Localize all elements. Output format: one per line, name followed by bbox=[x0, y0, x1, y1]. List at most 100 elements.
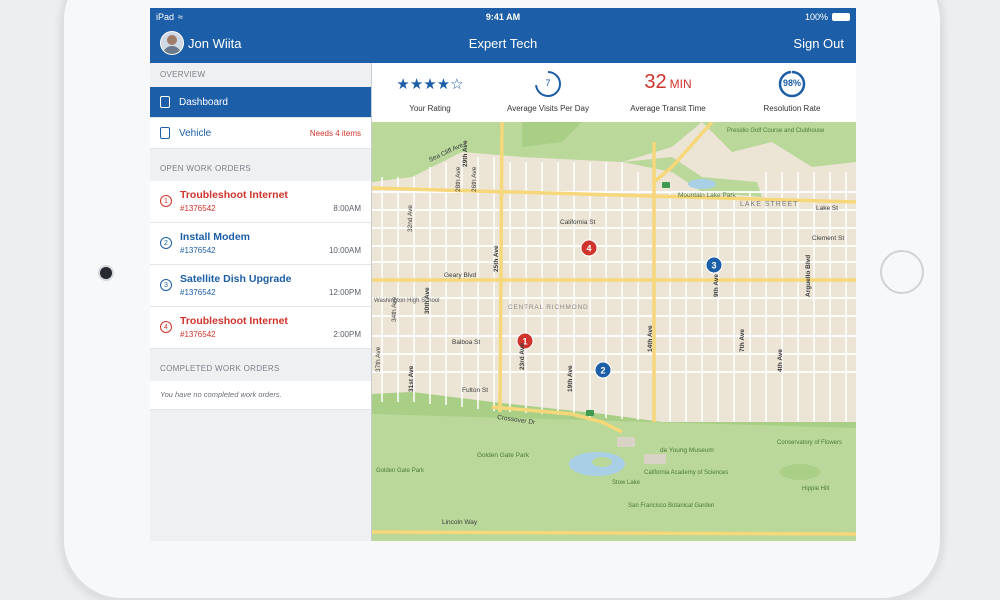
completed-empty-message: You have no completed work orders. bbox=[150, 381, 371, 410]
document-icon bbox=[160, 96, 170, 108]
work-order-item[interactable]: 4 Troubleshoot Internet #1376542 2:00PM bbox=[150, 307, 371, 349]
work-order-title: Troubleshoot Internet bbox=[180, 315, 288, 327]
map-label: Balboa St bbox=[452, 339, 480, 346]
work-order-title: Install Modem bbox=[180, 231, 251, 243]
stat-rating: ★★★★☆ Your Rating bbox=[372, 63, 488, 122]
work-order-time: 12:00PM bbox=[328, 288, 361, 297]
map-label: Washington High School bbox=[374, 298, 439, 304]
work-order-number: 4 bbox=[160, 321, 172, 333]
map-marker-number: 2 bbox=[600, 366, 605, 376]
work-order-id: #1376542 bbox=[180, 288, 216, 297]
user-name: Jon Wiita bbox=[188, 36, 242, 51]
map-label: Clement St bbox=[812, 235, 844, 242]
rating-stars: ★★★★☆ bbox=[396, 76, 464, 93]
map-label: Fulton St bbox=[462, 387, 488, 394]
map-label: 7th Ave bbox=[739, 329, 746, 352]
map-label: Lake St bbox=[816, 205, 838, 212]
app-header: Jon Wiita Expert Tech Sign Out bbox=[150, 26, 856, 63]
map-label: 9th Ave bbox=[713, 274, 720, 297]
stat-transit: 32 MIN Average Transit Time bbox=[608, 63, 728, 122]
map-label: 14th Ave bbox=[647, 325, 654, 352]
resolution-ring-icon: 98% bbox=[778, 70, 806, 98]
resolution-value: 98% bbox=[782, 78, 801, 88]
map-label: 29th Ave bbox=[462, 140, 469, 167]
map-marker-4[interactable]: 4 bbox=[580, 239, 598, 257]
map-label: San Francisco Botanical Garden bbox=[628, 503, 714, 509]
sign-out-button[interactable]: Sign Out bbox=[793, 36, 844, 51]
map-label: 23rd Ave bbox=[519, 343, 526, 370]
map-label: California St bbox=[560, 219, 596, 226]
map-marker-number: 4 bbox=[586, 244, 591, 254]
avatar[interactable] bbox=[160, 31, 184, 55]
battery-icon bbox=[832, 13, 850, 21]
work-order-title: Satellite Dish Upgrade bbox=[180, 273, 292, 285]
work-order-number: 3 bbox=[160, 279, 172, 291]
vehicle-needs-badge: Needs 4 items bbox=[309, 128, 361, 138]
home-button[interactable] bbox=[880, 250, 924, 294]
map-label: Mountain Lake Park bbox=[678, 192, 737, 199]
sidebar-item-dashboard[interactable]: Dashboard bbox=[150, 87, 371, 118]
work-order-item[interactable]: 3 Satellite Dish Upgrade #1376542 12:00P… bbox=[150, 265, 371, 307]
sidebar-item-label: Vehicle bbox=[179, 127, 212, 139]
map-label: CENTRAL RICHMOND bbox=[508, 304, 588, 311]
work-order-time: 10:00AM bbox=[328, 246, 361, 255]
map-label: LAKE STREET bbox=[740, 201, 798, 208]
map-label: Stow Lake bbox=[612, 480, 641, 486]
stat-resolution: 98% Resolution Rate bbox=[728, 63, 856, 122]
highway-shield-icon bbox=[586, 410, 594, 416]
work-order-time: 8:00AM bbox=[333, 204, 361, 213]
battery-percent: 100% bbox=[804, 12, 828, 22]
visits-ring-icon: 7 bbox=[534, 70, 562, 98]
visits-value: 7 bbox=[545, 78, 551, 88]
work-order-title: Troubleshoot Internet bbox=[180, 189, 288, 201]
dashboard-main: ★★★★☆ Your Rating 7 Average Visits Per D… bbox=[372, 63, 856, 541]
map-label: 25th Ave bbox=[493, 245, 500, 272]
map-label: Geary Blvd bbox=[444, 272, 477, 279]
work-order-number: 2 bbox=[160, 237, 172, 249]
truck-icon bbox=[160, 127, 170, 139]
map-label: California Academy of Sciences bbox=[644, 470, 728, 476]
transit-unit: MIN bbox=[669, 77, 692, 91]
stat-visits: 7 Average Visits Per Day bbox=[488, 63, 608, 122]
map-label: 19th Ave bbox=[567, 365, 574, 392]
stat-label: Average Transit Time bbox=[630, 104, 706, 113]
work-order-id: #1376542 bbox=[180, 204, 216, 213]
map-label: Arguello Blvd bbox=[805, 255, 812, 297]
map-label: 31st Ave bbox=[408, 365, 415, 392]
stats-bar: ★★★★☆ Your Rating 7 Average Visits Per D… bbox=[372, 63, 856, 123]
work-order-time: 2:00PM bbox=[333, 330, 361, 339]
front-camera bbox=[100, 267, 112, 279]
highway-shield-icon bbox=[662, 182, 670, 188]
map-label: Presidio Golf Course and Clubhouse bbox=[727, 128, 825, 134]
transit-value-group: 32 MIN bbox=[608, 71, 728, 94]
overview-header: OVERVIEW bbox=[160, 70, 206, 79]
status-bar: iPad ≈ 9:41 AM 100% bbox=[150, 8, 856, 26]
work-order-id: #1376542 bbox=[180, 330, 216, 339]
map-marker-number: 3 bbox=[711, 261, 716, 271]
status-time: 9:41 AM bbox=[485, 12, 521, 22]
work-order-number: 1 bbox=[160, 195, 172, 207]
work-order-item[interactable]: 2 Install Modem #1376542 10:00AM bbox=[150, 223, 371, 265]
completed-work-orders-header: COMPLETED WORK ORDERS bbox=[160, 364, 280, 373]
stat-label: Your Rating bbox=[409, 104, 451, 113]
sidebar: OVERVIEW Dashboard Vehicle Needs 4 items… bbox=[150, 63, 372, 541]
transit-value: 32 bbox=[644, 71, 667, 93]
open-work-orders-header: OPEN WORK ORDERS bbox=[160, 164, 252, 173]
work-order-item[interactable]: 1 Troubleshoot Internet #1376542 8:00AM bbox=[150, 181, 371, 223]
map-label: de Young Museum bbox=[660, 447, 714, 454]
map-label: 28th Ave bbox=[455, 166, 462, 192]
map-marker-2[interactable]: 2 bbox=[594, 361, 612, 379]
sidebar-item-label: Dashboard bbox=[179, 96, 228, 108]
map-marker-3[interactable]: 3 bbox=[705, 256, 723, 274]
map-label: Hippie Hill bbox=[802, 486, 829, 492]
map-canvas[interactable]: 1234 California St Geary Blvd Balboa St … bbox=[372, 122, 856, 541]
app-screen: iPad ≈ 9:41 AM 100% Jon Wiita Expert Tec… bbox=[150, 8, 856, 541]
map-label: Lincoln Way bbox=[442, 519, 478, 526]
stat-label: Resolution Rate bbox=[763, 104, 821, 113]
work-order-id: #1376542 bbox=[180, 246, 216, 255]
app-title: Expert Tech bbox=[468, 36, 538, 51]
map-label: 26th Ave bbox=[471, 166, 478, 192]
sidebar-item-vehicle[interactable]: Vehicle Needs 4 items bbox=[150, 118, 371, 149]
map-view[interactable]: 1234 California St Geary Blvd Balboa St … bbox=[372, 122, 856, 541]
stat-label: Average Visits Per Day bbox=[507, 104, 589, 113]
